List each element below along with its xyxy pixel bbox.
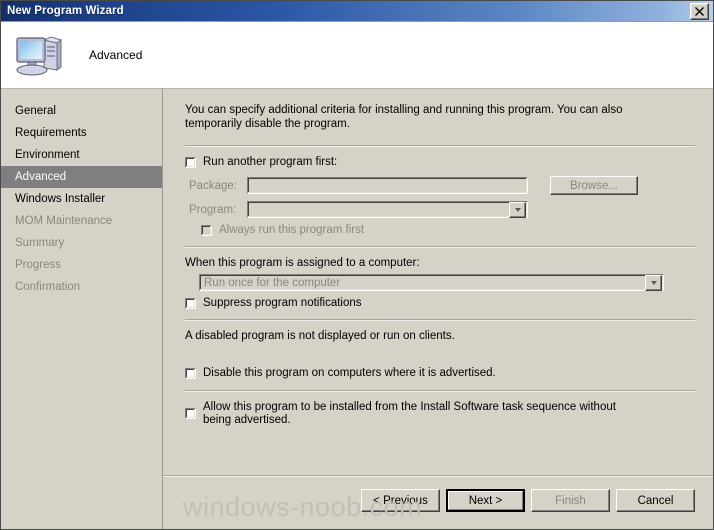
always-run-first-label: Always run this program first — [219, 224, 365, 236]
program-row: Program: — [185, 201, 695, 218]
allow-task-sequence-checkbox[interactable] — [185, 408, 196, 419]
sidebar-item-summary: Summary — [15, 237, 65, 249]
wizard-main-pane: You can specify additional criteria for … — [163, 89, 713, 529]
disabled-note: A disabled program is not displayed or r… — [185, 330, 455, 342]
chevron-down-icon[interactable] — [509, 201, 526, 218]
cancel-button[interactable]: Cancel — [616, 489, 695, 512]
suppress-notifications-row[interactable]: Suppress program notifications — [185, 297, 695, 310]
chevron-down-glyph — [514, 207, 521, 212]
disable-on-computers-row[interactable]: Disable this program on computers where … — [185, 367, 695, 380]
program-combobox[interactable] — [247, 201, 528, 218]
window-title: New Program Wizard — [7, 5, 124, 17]
finish-button: Finish — [531, 489, 610, 512]
chevron-down-icon-2[interactable] — [645, 274, 662, 291]
always-run-first-checkbox — [201, 225, 212, 236]
sidebar-item-requirements[interactable]: Requirements — [1, 122, 162, 144]
close-glyph — [695, 6, 704, 16]
disabled-note-row: A disabled program is not displayed or r… — [185, 330, 695, 343]
title-bar: New Program Wizard — [1, 1, 713, 22]
computer-icon — [11, 30, 65, 80]
assigned-label: When this program is assigned to a compu… — [185, 257, 420, 269]
computer-icon-svg — [16, 36, 63, 76]
program-label: Program: — [189, 203, 237, 216]
assigned-combo-row: Run once for the computer — [185, 274, 695, 291]
intro-text: You can specify additional criteria for … — [185, 104, 623, 130]
package-label: Package: — [189, 179, 237, 192]
close-icon[interactable] — [690, 2, 709, 20]
suppress-notifications-label: Suppress program notifications — [203, 297, 362, 309]
wizard-window: New Program Wizard Advanced General Requ… — [0, 0, 714, 530]
wizard-body: General Requirements Environment Advance… — [1, 89, 713, 529]
next-button[interactable]: Next > — [446, 489, 525, 512]
separator-4 — [185, 390, 695, 392]
allow-task-sequence-label: Allow this program to be installed from … — [203, 401, 616, 426]
separator-2 — [185, 246, 695, 248]
sidebar-item-general[interactable]: General — [1, 100, 162, 122]
disable-on-computers-label: Disable this program on computers where … — [203, 367, 496, 379]
allow-task-sequence-row[interactable]: Allow this program to be installed from … — [185, 401, 695, 427]
run-another-program-checkbox[interactable] — [185, 157, 196, 168]
wizard-header: Advanced — [1, 22, 713, 89]
separator-1 — [185, 145, 695, 147]
assigned-label-row: When this program is assigned to a compu… — [185, 257, 695, 270]
next-button-label: Next > — [448, 491, 523, 510]
sidebar-item-windows-installer[interactable]: Windows Installer — [1, 188, 162, 210]
package-input[interactable] — [247, 177, 528, 194]
suppress-notifications-checkbox[interactable] — [185, 298, 196, 309]
page-title: Advanced — [89, 48, 143, 62]
wizard-content: You can specify additional criteria for … — [163, 89, 713, 475]
sidebar-item-environment[interactable]: Environment — [1, 144, 162, 166]
sidebar-item-progress: Progress — [15, 259, 62, 271]
sidebar-item-advanced[interactable]: Advanced — [1, 166, 162, 188]
separator-3 — [185, 319, 695, 321]
separator-buttons — [163, 475, 713, 477]
run-another-program-label: Run another program first: — [203, 156, 338, 168]
run-another-program-row[interactable]: Run another program first: — [185, 156, 695, 169]
browse-button[interactable]: Browse... — [550, 176, 638, 195]
button-row: < Previous Next > Finish Cancel — [361, 489, 695, 512]
wizard-button-bar: < Previous Next > Finish Cancel — [163, 475, 713, 529]
assigned-combobox-value: Run once for the computer — [204, 276, 341, 289]
assigned-combobox[interactable]: Run once for the computer — [199, 274, 664, 291]
sidebar-item-mom-maintenance: MOM Maintenance — [15, 215, 113, 227]
chevron-down-glyph-2 — [650, 280, 657, 285]
wizard-sidebar: General Requirements Environment Advance… — [1, 89, 163, 529]
always-run-first-row: Always run this program first — [185, 224, 695, 237]
previous-button[interactable]: < Previous — [361, 489, 440, 512]
package-row: Package: Browse... — [185, 176, 695, 195]
sidebar-item-confirmation: Confirmation — [15, 281, 81, 293]
disable-on-computers-checkbox[interactable] — [185, 368, 196, 379]
